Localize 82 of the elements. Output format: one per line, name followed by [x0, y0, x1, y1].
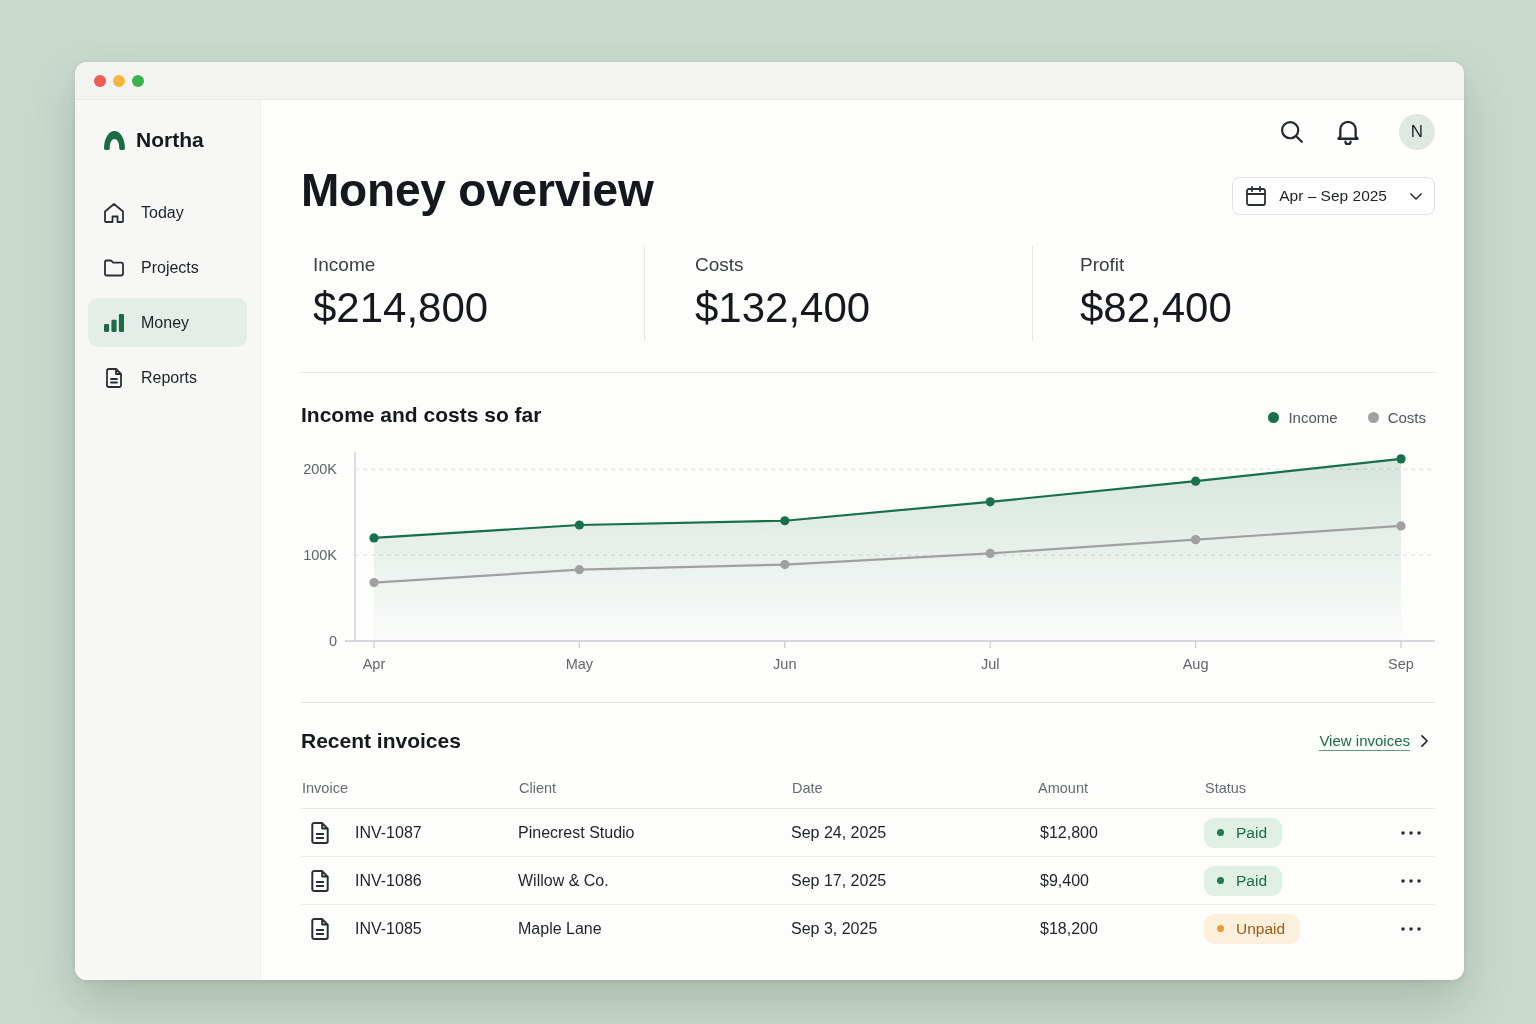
minimize-dot-icon[interactable]: [113, 74, 125, 87]
legend-label: Income: [1288, 408, 1338, 426]
invoice-id: INV-1085: [355, 919, 422, 938]
bar-chart-icon: [104, 312, 124, 333]
status-dot-icon: [1217, 877, 1224, 884]
data-point: [1191, 535, 1201, 545]
y-axis-label: 200K: [303, 461, 337, 478]
document-icon: [104, 367, 124, 388]
nav-item[interactable]: Projects: [88, 243, 247, 292]
data-point: [985, 548, 995, 558]
chevron-down-icon: [1410, 192, 1422, 200]
data-point: [1191, 476, 1201, 486]
table-cell-text: Willow & Co.: [518, 871, 610, 890]
calendar-icon: [1246, 186, 1267, 206]
document-icon: [311, 869, 329, 892]
data-point: [780, 516, 790, 526]
folder-icon: [104, 257, 124, 278]
column-header: Status: [1204, 780, 1248, 796]
invoice-id: INV-1087: [355, 823, 422, 842]
more-icon[interactable]: [1401, 926, 1421, 931]
status-dot-icon: [1217, 925, 1224, 932]
status-dot-icon: [1217, 829, 1224, 836]
data-point: [1396, 521, 1406, 531]
table-cell-text: Sep 24, 2025: [791, 823, 888, 842]
column-header: Invoice: [301, 780, 349, 796]
stat-label: Costs: [695, 253, 745, 277]
data-point: [985, 497, 995, 507]
x-axis-label: Jul: [980, 656, 1000, 672]
brand-name: Northa: [136, 128, 204, 152]
table-cell-text: $18,200: [1039, 919, 1099, 938]
table-cell-text: $9,400: [1039, 871, 1090, 890]
data-point: [574, 565, 584, 575]
x-axis-label: Jun: [773, 656, 797, 672]
x-axis-label: May: [565, 656, 594, 672]
invoice-id: INV-1086: [355, 871, 422, 890]
date-range-picker[interactable]: Apr – Sep 2025: [1232, 177, 1435, 215]
x-axis-label: Sep: [1388, 656, 1414, 672]
section-title: Recent invoices: [301, 728, 461, 754]
data-point: [1396, 454, 1406, 464]
y-axis-label: 100K: [303, 547, 337, 564]
close-dot-icon[interactable]: [94, 74, 106, 87]
table-cell-text: Maple Lane: [518, 919, 603, 938]
legend-label: Costs: [1387, 408, 1426, 426]
more-icon[interactable]: [1401, 878, 1421, 883]
bell-icon[interactable]: [1337, 119, 1359, 145]
search-icon[interactable]: [1281, 121, 1303, 143]
stat-value: $132,400: [695, 283, 872, 333]
data-point: [369, 578, 379, 588]
x-axis-label: Apr: [362, 656, 386, 672]
chevron-right-icon: [1421, 735, 1428, 747]
zoom-dot-icon[interactable]: [132, 74, 144, 87]
avatar[interactable]: N: [1399, 114, 1435, 150]
chart-title: Income and costs so far: [301, 402, 542, 428]
nav-item[interactable]: Money: [88, 298, 247, 347]
column-header: Amount: [1037, 780, 1089, 796]
document-icon: [311, 917, 329, 940]
home-icon: [104, 202, 124, 223]
document-icon: [311, 821, 329, 844]
column-header: Date: [791, 780, 824, 796]
y-axis-label: 0: [328, 633, 337, 649]
data-point: [574, 520, 584, 530]
table-cell-text: $12,800: [1039, 823, 1099, 842]
status-label: Paid: [1236, 823, 1268, 842]
data-point: [369, 533, 379, 543]
table-cell-text: Sep 3, 2025: [791, 919, 879, 938]
stat-label: Profit: [1080, 253, 1126, 277]
nav-item[interactable]: Reports: [88, 353, 247, 402]
arch-logo-icon: [103, 130, 126, 150]
stat-label: Income: [313, 253, 377, 277]
status-label: Paid: [1236, 871, 1268, 890]
stat-value: $82,400: [1080, 283, 1233, 333]
page-title: Money overview: [301, 163, 654, 218]
data-point: [780, 559, 790, 570]
more-icon[interactable]: [1401, 830, 1421, 835]
status-label: Unpaid: [1236, 919, 1286, 938]
nav-item[interactable]: Today: [88, 188, 247, 237]
stat-value: $214,800: [313, 283, 490, 333]
view-invoices-link[interactable]: View invoices: [1319, 731, 1435, 751]
table-cell-text: Pinecrest Studio: [518, 823, 636, 842]
x-axis-label: Aug: [1182, 656, 1209, 672]
column-header: Client: [518, 780, 558, 796]
table-cell-text: Sep 17, 2025: [791, 871, 888, 890]
